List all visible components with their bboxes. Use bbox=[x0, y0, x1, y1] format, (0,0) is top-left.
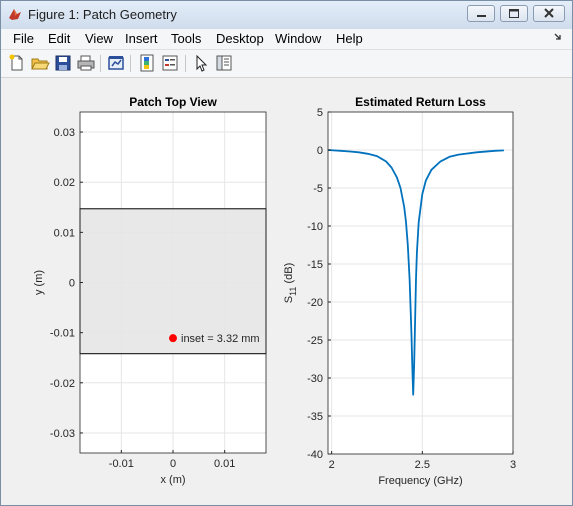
maximize-button[interactable] bbox=[500, 5, 528, 22]
patch-y-tick-label: -0.01 bbox=[50, 328, 75, 340]
return-loss-y-tick-label: -40 bbox=[307, 449, 323, 461]
patch-y-tick-label: 0.01 bbox=[54, 227, 75, 239]
return-loss-y-axis-label: S11 (dB) bbox=[283, 263, 298, 304]
inset-annotation: inset = 3.32 mm bbox=[181, 333, 260, 345]
maximize-icon bbox=[509, 9, 519, 18]
minimize-button[interactable] bbox=[467, 5, 495, 22]
plot-area: inset = 3.32 mm -0.01 0 0.01 0.03 0.02 0.01 0 -0… bbox=[33, 95, 516, 487]
menu-edit[interactable]: Edit bbox=[48, 31, 70, 46]
insert-legend-icon[interactable] bbox=[160, 53, 180, 73]
patch-y-tick-label: -0.03 bbox=[50, 428, 75, 440]
edit-plot-arrow-icon[interactable] bbox=[191, 53, 211, 73]
toolbar-separator bbox=[130, 55, 131, 72]
dock-arrow-icon[interactable] bbox=[554, 33, 562, 43]
new-figure-icon[interactable] bbox=[7, 53, 27, 73]
patch-plot-title: Patch Top View bbox=[129, 95, 217, 109]
return-loss-axes-background bbox=[328, 112, 513, 454]
minimize-icon bbox=[477, 15, 486, 17]
menu-tools[interactable]: Tools bbox=[171, 31, 201, 46]
patch-x-tick-label: -0.01 bbox=[109, 458, 134, 470]
return-loss-y-tick-label: 0 bbox=[317, 145, 323, 157]
toolbar bbox=[1, 50, 572, 78]
patch-rectangle bbox=[79, 208, 267, 355]
return-loss-y-tick-label: -35 bbox=[307, 411, 323, 423]
patch-x-tick-label: 0 bbox=[170, 458, 176, 470]
menu-desktop[interactable]: Desktop bbox=[216, 31, 264, 46]
window-title: Figure 1: Patch Geometry bbox=[28, 7, 177, 22]
figure-window: Figure 1: Patch Geometry File Edit View … bbox=[0, 0, 573, 506]
property-inspector-icon[interactable] bbox=[214, 53, 234, 73]
return-loss-y-tick-label: 5 bbox=[317, 107, 323, 119]
menu-view[interactable]: View bbox=[85, 31, 113, 46]
close-icon bbox=[544, 8, 554, 18]
title-bar[interactable]: Figure 1: Patch Geometry bbox=[1, 1, 572, 29]
patch-y-tick-label: 0.02 bbox=[54, 177, 75, 189]
menu-file[interactable]: File bbox=[13, 31, 34, 46]
print-icon[interactable] bbox=[76, 53, 96, 73]
close-button[interactable] bbox=[533, 5, 565, 22]
patch-y-axis-label: y (m) bbox=[33, 270, 45, 295]
return-loss-y-tick-label: -5 bbox=[313, 183, 323, 195]
return-loss-y-tick-label: -30 bbox=[307, 373, 323, 385]
return-loss-y-tick-label: -25 bbox=[307, 335, 323, 347]
link-plot-icon[interactable] bbox=[106, 53, 126, 73]
return-loss-x-tick-label: 3 bbox=[510, 459, 516, 471]
insert-colorbar-icon[interactable] bbox=[137, 53, 157, 73]
patch-y-tick-label: 0 bbox=[69, 278, 75, 290]
menu-help[interactable]: Help bbox=[336, 31, 363, 46]
return-loss-x-tick-label: 2 bbox=[329, 459, 335, 471]
patch-y-tick-label: -0.02 bbox=[50, 378, 75, 390]
return-loss-plot-title: Estimated Return Loss bbox=[355, 95, 486, 109]
return-loss-x-tick-label: 2.5 bbox=[415, 459, 430, 471]
feed-point-marker bbox=[169, 334, 177, 343]
patch-x-axis-label: x (m) bbox=[160, 474, 185, 486]
menu-window[interactable]: Window bbox=[275, 31, 321, 46]
return-loss-x-axis-label: Frequency (GHz) bbox=[378, 475, 462, 487]
patch-x-tick-label: 0.01 bbox=[214, 458, 235, 470]
return-loss-y-tick-label: -20 bbox=[307, 297, 323, 309]
save-icon[interactable] bbox=[53, 53, 73, 73]
return-loss-y-tick-label: -10 bbox=[307, 221, 323, 233]
return-loss-y-tick-label: -15 bbox=[307, 259, 323, 271]
patch-y-tick-label: 0.03 bbox=[54, 127, 75, 139]
toolbar-separator bbox=[185, 55, 186, 72]
matlab-logo-icon bbox=[9, 9, 21, 20]
open-file-icon[interactable] bbox=[30, 53, 50, 73]
menu-bar: File Edit View Insert Tools Desktop Wind… bbox=[1, 29, 572, 50]
figure-canvas: inset = 3.32 mm -0.01 0 0.01 0.03 0.02 0.01 0 -0… bbox=[6, 82, 567, 501]
menu-insert[interactable]: Insert bbox=[125, 31, 158, 46]
toolbar-separator bbox=[100, 55, 101, 72]
